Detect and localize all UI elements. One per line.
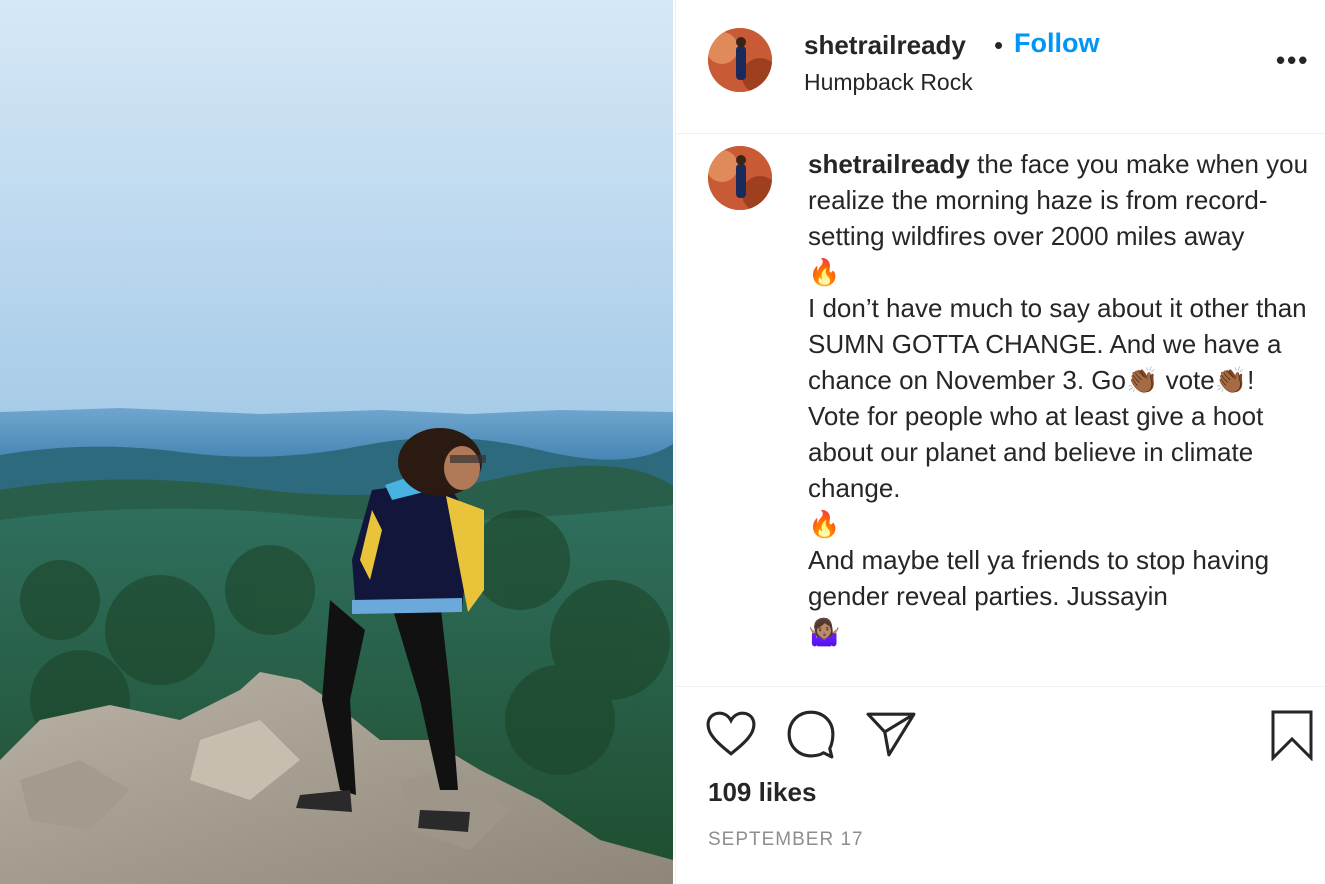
avatar-image [708,146,772,210]
more-options-icon[interactable]: ••• [1276,47,1309,73]
clap-emoji: 👏🏾 [1214,365,1248,395]
caption-avatar[interactable] [708,146,772,210]
post-actions: 109 likes SEPTEMBER 17 [676,687,1325,884]
caption-paragraph-3: And maybe tell ya friends to stop having… [808,545,1270,611]
post-username[interactable]: shetrailready [804,30,966,61]
follow-button[interactable]: Follow [1014,28,1099,59]
post-photo[interactable] [0,0,673,884]
avatar[interactable] [708,28,772,92]
avatar-image [708,28,772,92]
bookmark-icon[interactable] [1270,709,1314,766]
caption-paragraph-2b: vote [1158,365,1215,395]
heart-icon[interactable] [706,711,756,762]
caption-username[interactable]: shetrailready [808,149,970,179]
comments-section: shetrailready the face you make when you… [676,134,1325,687]
paper-plane-icon[interactable] [866,711,916,762]
hiker-on-mountain-photo [0,0,673,884]
post-location[interactable]: Humpback Rock [804,69,973,96]
clap-emoji: 👏🏾 [1125,365,1159,395]
separator-dot: • [994,30,1004,60]
fire-emoji: 🔥 [808,509,841,539]
post-details-panel: shetrailready • Follow Humpback Rock •••… [675,0,1325,884]
post-date[interactable]: SEPTEMBER 17 [708,829,864,851]
fire-emoji: 🔥 [808,257,841,287]
shrug-emoji: 🤷🏽‍♀️ [808,617,841,647]
comment-icon[interactable] [786,709,836,764]
post-caption: shetrailready the face you make when you… [808,146,1313,650]
post-header: shetrailready • Follow Humpback Rock ••• [676,0,1325,134]
likes-count[interactable]: 109 likes [708,777,816,808]
